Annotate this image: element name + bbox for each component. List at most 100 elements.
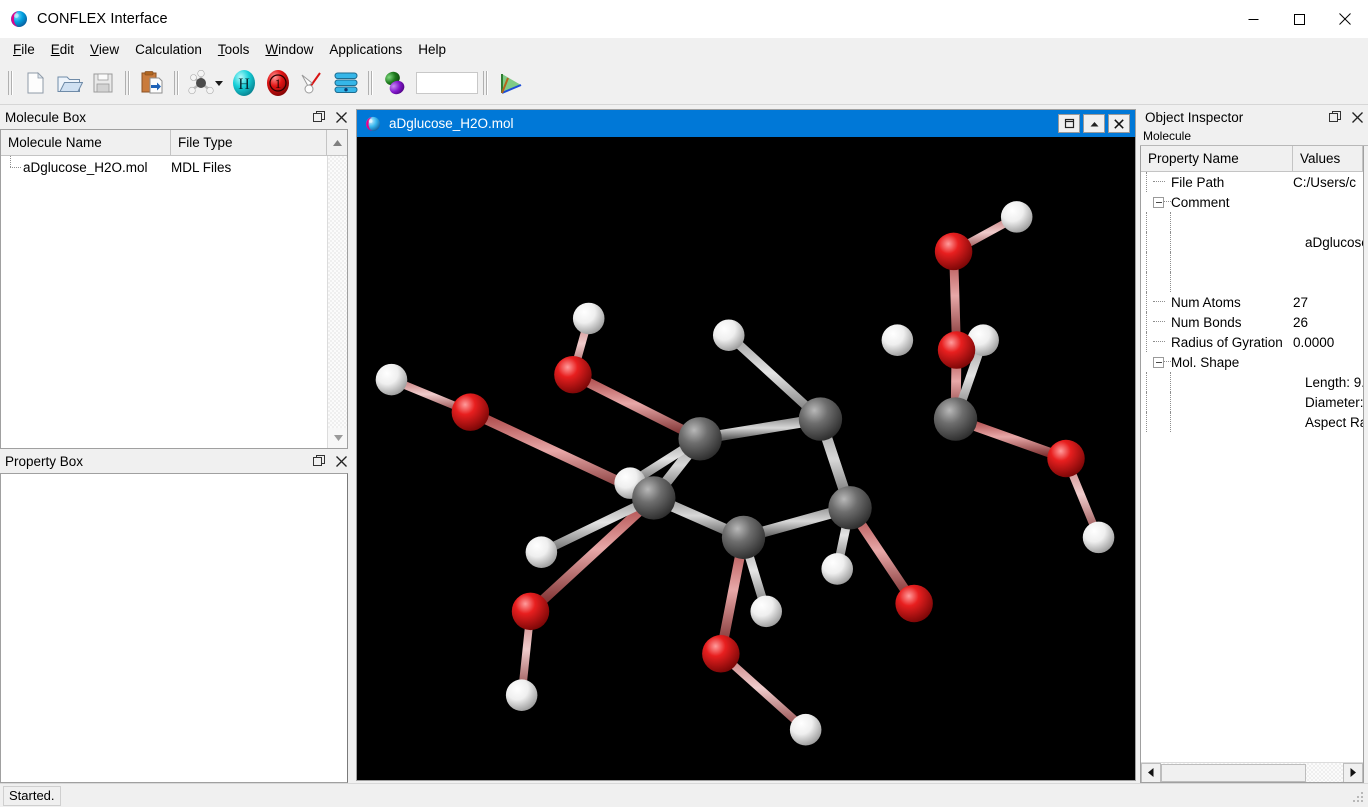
menu-help[interactable]: Help: [410, 40, 454, 60]
statusbar: Started.: [0, 783, 1368, 807]
tree-line: [1153, 392, 1183, 412]
main-toolbar: H 1: [0, 62, 1368, 105]
scroll-left-button[interactable]: [1141, 762, 1161, 782]
mdi-area: aDglucose_H2O.mol: [352, 105, 1140, 783]
mdi-child-titlebar[interactable]: aDglucose_H2O.mol: [357, 110, 1135, 137]
axes-tripod-icon[interactable]: [493, 66, 527, 100]
property-box-body[interactable]: [0, 473, 348, 783]
property-value: Aspect Ra: [1305, 414, 1363, 430]
property-row-radius-of-gyration[interactable]: Radius of Gyration 0.0000: [1141, 332, 1363, 352]
property-row-num-bonds[interactable]: Num Bonds 26: [1141, 312, 1363, 332]
toolbar-grip-2[interactable]: [123, 69, 132, 97]
property-box-title: Property Box: [5, 453, 84, 469]
status-message: Started.: [3, 785, 61, 806]
molecule-model-icon[interactable]: [184, 66, 218, 100]
property-row-file-path[interactable]: File Path C:/Users/c: [1141, 172, 1363, 192]
column-header-property-name[interactable]: Property Name: [1141, 146, 1293, 172]
scrollbar-track[interactable]: [328, 156, 347, 428]
property-name: File Path: [1171, 174, 1225, 190]
property-box-titlebar: Property Box: [0, 449, 352, 473]
object-inspector-header: Property Name Values: [1141, 146, 1363, 172]
table-row[interactable]: aDglucose_H2O.mol MDL Files: [1, 156, 327, 178]
mdi-minimize-button[interactable]: [1083, 114, 1105, 133]
conflex-logo-icon: [365, 116, 381, 132]
menu-edit[interactable]: Edit: [43, 40, 82, 60]
property-row-mol-shape[interactable]: Mol. Shape: [1141, 352, 1363, 372]
toolbar-grip[interactable]: [6, 69, 15, 97]
molecule-table-header: Molecule Name File Type: [1, 130, 347, 156]
property-box-panel: Property Box: [0, 449, 352, 783]
menu-calculation[interactable]: Calculation: [127, 40, 210, 60]
minimize-button[interactable]: [1230, 0, 1276, 38]
tree-line: [1141, 252, 1153, 272]
scroll-up-button[interactable]: [327, 130, 347, 156]
toolbar-text-field[interactable]: [416, 72, 478, 94]
close-button[interactable]: [1322, 0, 1368, 38]
save-disk-icon[interactable]: [86, 66, 120, 100]
menu-view-label: iew: [98, 42, 120, 57]
new-file-icon[interactable]: [18, 66, 52, 100]
chevron-down-icon[interactable]: [215, 80, 223, 86]
property-row-mol-shape-length[interactable]: Length: 9.: [1141, 372, 1363, 392]
column-header-file-type[interactable]: File Type: [171, 130, 327, 156]
column-header-molecule-name[interactable]: Molecule Name: [1, 130, 171, 156]
measure-bond-icon[interactable]: [295, 66, 329, 100]
toolbar-grip-5[interactable]: [481, 69, 490, 97]
mdi-child-controls: [1058, 114, 1135, 133]
property-box-close-icon[interactable]: [330, 451, 352, 471]
tree-line: [1141, 392, 1153, 412]
scrollbar-track[interactable]: [1161, 762, 1343, 782]
property-row-comment-line-2[interactable]: aDglucose: [1141, 232, 1363, 252]
resize-grip-icon[interactable]: [1348, 787, 1366, 805]
property-row-mol-shape-aspect-ratio[interactable]: Aspect Ra: [1141, 412, 1363, 432]
atom-number-icon[interactable]: 1: [261, 66, 295, 100]
property-box-float-icon[interactable]: [308, 451, 330, 471]
property-value: 27: [1293, 294, 1309, 310]
object-inspector-float-icon[interactable]: [1324, 107, 1346, 127]
clipboard-export-icon[interactable]: [135, 66, 169, 100]
molecule-box-title: Molecule Box: [5, 109, 87, 125]
menu-applications[interactable]: Applications: [321, 40, 410, 60]
object-inspector-title: Object Inspector: [1145, 109, 1244, 125]
tree-line: [1141, 172, 1153, 192]
hydrogen-atom-icon[interactable]: H: [227, 66, 261, 100]
tree-leaf-icon: [1153, 312, 1171, 332]
toolbar-grip-3[interactable]: [172, 69, 181, 97]
property-row-num-atoms[interactable]: Num Atoms 27: [1141, 292, 1363, 312]
conformers-stack-icon[interactable]: [329, 66, 363, 100]
maximize-button[interactable]: [1276, 0, 1322, 38]
toolbar-grip-4[interactable]: [366, 69, 375, 97]
column-header-values[interactable]: Values: [1293, 146, 1363, 172]
molecule-3d-viewport[interactable]: [357, 137, 1135, 780]
property-row-comment-line-4[interactable]: [1141, 272, 1363, 292]
scroll-down-button[interactable]: [328, 428, 348, 448]
object-inspector-subtitle: Molecule: [1140, 129, 1368, 146]
mdi-restore-button[interactable]: [1058, 114, 1080, 133]
property-row-comment[interactable]: Comment: [1141, 192, 1363, 212]
property-row-mol-shape-diameter[interactable]: Diameter:: [1141, 392, 1363, 412]
object-inspector-horizontal-scrollbar[interactable]: [1141, 762, 1363, 782]
molecule-box-vertical-scrollbar[interactable]: [327, 156, 347, 448]
menu-window[interactable]: Window: [257, 40, 321, 60]
molecule-box-close-icon[interactable]: [330, 107, 352, 127]
menu-tools[interactable]: Tools: [210, 40, 258, 60]
tree-collapse-icon[interactable]: [1153, 192, 1171, 212]
tree-line: [1141, 312, 1153, 332]
menu-view[interactable]: View: [82, 40, 127, 60]
mdi-close-button[interactable]: [1108, 114, 1130, 133]
tree-collapse-icon[interactable]: [1153, 352, 1171, 372]
molecule-box-body: Molecule Name File Type aDglucose_H2O.mo…: [0, 129, 348, 449]
open-folder-icon[interactable]: [52, 66, 86, 100]
property-row-comment-line-3[interactable]: [1141, 252, 1363, 272]
object-inspector-close-icon[interactable]: [1346, 107, 1368, 127]
property-row-comment-line-1[interactable]: [1141, 212, 1363, 232]
menu-file[interactable]: File: [5, 40, 43, 60]
property-value: aDglucose: [1305, 234, 1363, 250]
scroll-right-button[interactable]: [1343, 762, 1363, 782]
molecule-box-float-icon[interactable]: [308, 107, 330, 127]
tree-line: [1153, 212, 1183, 232]
menu-tools-label: ools: [224, 42, 250, 57]
property-name: Num Bonds: [1171, 314, 1242, 330]
orbital-icon[interactable]: [378, 66, 412, 100]
scrollbar-thumb[interactable]: [1161, 763, 1306, 782]
